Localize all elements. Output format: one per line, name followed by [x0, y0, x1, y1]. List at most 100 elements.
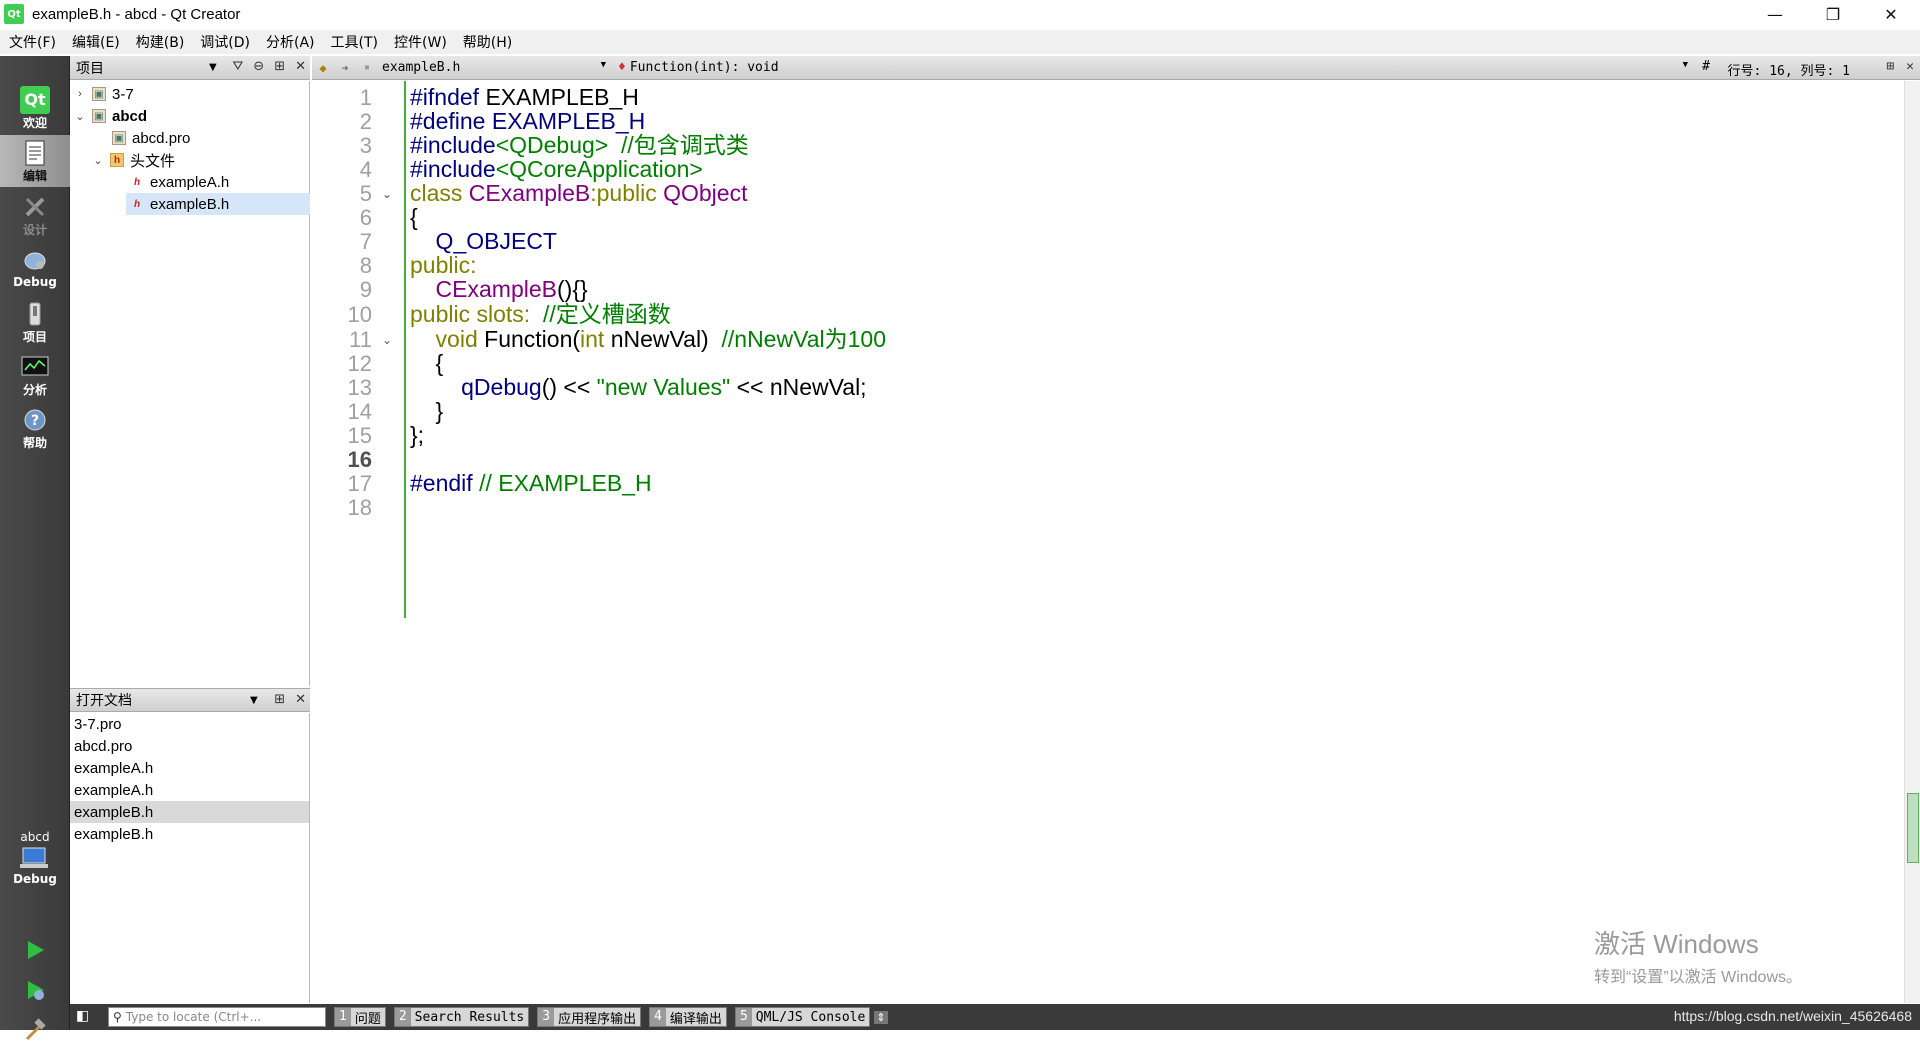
- debug-run-icon: [28, 981, 44, 1000]
- preprocessor-token: #endif: [410, 470, 480, 496]
- build-button[interactable]: [0, 1010, 70, 1050]
- project-panel-title: 项目: [76, 60, 104, 77]
- tab-label: 问题: [354, 1011, 381, 1027]
- tree-item-headers-folder[interactable]: ⌄ h 头文件: [70, 149, 310, 171]
- output-tab-qml-console[interactable]: 5 QML/JS Console: [734, 1007, 871, 1027]
- collapse-arrow-icon[interactable]: ⌄: [92, 154, 104, 167]
- mode-help[interactable]: ? 帮助: [0, 402, 70, 454]
- tab-label: 应用程序输出: [558, 1011, 637, 1027]
- tree-item-abcd-pro[interactable]: ▣ abcd.pro: [70, 127, 310, 149]
- debug-bug-icon: [20, 247, 50, 275]
- open-doc-item[interactable]: abcd.pro: [70, 735, 309, 757]
- current-symbol: Function(int): void: [629, 60, 779, 75]
- fold-marker-icon[interactable]: ⌄: [382, 187, 392, 201]
- view-dropdown-arrow-icon[interactable]: ▼: [250, 695, 258, 706]
- link-editor-icon[interactable]: ⊖: [253, 59, 264, 74]
- expand-arrow-icon[interactable]: ›: [74, 88, 86, 100]
- split-panel-icon[interactable]: ⊞: [274, 59, 285, 74]
- mode-debug-label: Debug: [13, 275, 57, 289]
- tree-item-label: 3-7: [112, 85, 134, 103]
- close-document-icon[interactable]: ✕: [1906, 59, 1914, 74]
- kit-build-config: Debug: [13, 872, 57, 886]
- menu-analyze[interactable]: 分析(A): [258, 32, 323, 52]
- menu-help[interactable]: 帮助(H): [455, 32, 520, 52]
- mode-edit-label: 编辑: [22, 168, 47, 183]
- window-title: exampleB.h - abcd - Qt Creator: [32, 5, 241, 23]
- mode-design[interactable]: 设计: [0, 189, 70, 241]
- collapse-arrow-icon[interactable]: ⌄: [74, 110, 86, 123]
- open-doc-item[interactable]: exampleB.h: [70, 823, 309, 845]
- tree-item-3-7[interactable]: › ▣ 3-7: [70, 83, 310, 105]
- folder-icon: h: [110, 153, 124, 167]
- mode-project[interactable]: 项目: [0, 296, 70, 348]
- plain-token: (){}: [557, 276, 588, 302]
- mode-edit[interactable]: 编辑: [0, 135, 70, 187]
- back-arrow-icon[interactable]: ◆: [312, 61, 334, 75]
- split-editor-icon[interactable]: ⊞: [1886, 59, 1894, 74]
- close-panel-icon[interactable]: ✕: [295, 59, 306, 74]
- locator-input[interactable]: ⚲ Type to locate (Ctrl+...: [108, 1007, 326, 1027]
- csdn-url-watermark: https://blog.csdn.net/weixin_45626468: [1673, 1008, 1912, 1024]
- output-tab-application-output[interactable]: 3 应用程序输出: [537, 1007, 642, 1027]
- more-tabs-icon[interactable]: ⇕: [874, 1010, 888, 1024]
- tree-item-exampleB-h[interactable]: h exampleB.h: [126, 193, 310, 215]
- mode-welcome[interactable]: Qt 欢迎: [0, 82, 70, 134]
- tab-number: 4: [650, 1008, 666, 1026]
- plain-token: };: [410, 422, 425, 448]
- header-file-icon: h: [133, 198, 141, 210]
- project-file-icon: ▣: [92, 109, 106, 123]
- menu-edit[interactable]: 编辑(E): [64, 32, 128, 52]
- forward-arrow-icon[interactable]: ➔: [334, 61, 356, 75]
- menu-debug[interactable]: 调试(D): [192, 32, 258, 52]
- tree-item-exampleA-h[interactable]: h exampleA.h: [70, 171, 310, 193]
- symbol-selector[interactable]: ♦ Function(int): void: [618, 60, 779, 75]
- run-button[interactable]: [0, 930, 70, 970]
- watermark-subtitle: 转到“设置”以激活 Windows。: [1594, 969, 1803, 986]
- scrollbar-thumb[interactable]: [1907, 793, 1919, 863]
- editor-toolbar: ◆ ➔ ▪ exampleB.h ▼ ♦ Function(int): void…: [312, 56, 1920, 80]
- menu-tools[interactable]: 工具(T): [323, 32, 386, 52]
- editor-vertical-scrollbar[interactable]: [1904, 81, 1920, 1003]
- cursor-position[interactable]: 行号: 16, 列号: 1: [1728, 60, 1850, 79]
- split-panel-icon[interactable]: ⊞: [274, 692, 285, 707]
- toggle-sidebar-icon[interactable]: ◧: [76, 1008, 100, 1026]
- file-selector[interactable]: exampleB.h ▼: [382, 60, 612, 75]
- open-doc-item[interactable]: exampleA.h: [70, 757, 309, 779]
- open-doc-item[interactable]: 3-7.pro: [70, 713, 309, 735]
- close-panel-icon[interactable]: ✕: [295, 692, 306, 707]
- tree-item-label: abcd: [112, 107, 148, 125]
- fold-marker-icon[interactable]: ⌄: [382, 333, 392, 347]
- menu-controls[interactable]: 控件(W): [386, 32, 455, 52]
- minimize-button[interactable]: —: [1746, 0, 1804, 28]
- output-tab-search-results[interactable]: 2 Search Results: [393, 1007, 530, 1027]
- keyword-token: class: [410, 180, 469, 206]
- symbol-dropdown-arrow-icon[interactable]: ▼: [1683, 60, 1688, 70]
- svg-text:?: ?: [31, 413, 39, 429]
- open-doc-item-selected[interactable]: exampleB.h: [70, 801, 309, 823]
- menu-file[interactable]: 文件(F): [0, 32, 64, 52]
- tree-item-abcd[interactable]: ⌄ ▣ abcd: [70, 105, 310, 127]
- close-button[interactable]: ✕: [1862, 0, 1920, 28]
- view-dropdown-arrow-icon[interactable]: ▼: [209, 62, 217, 73]
- code-editor[interactable]: #ifndef EXAMPLEB_H #define EXAMPLEB_H #i…: [410, 81, 1900, 1003]
- line-number: 18: [347, 495, 372, 520]
- mode-debug[interactable]: Debug: [0, 242, 70, 294]
- code-line-5: class CExampleB:public QObject: [410, 179, 747, 208]
- keyword-token: int: [580, 326, 605, 352]
- code-line-15: };: [410, 421, 424, 450]
- mode-design-label: 设计: [22, 222, 47, 237]
- mode-analyze[interactable]: 分析: [0, 349, 70, 401]
- change-marker-bar: [404, 81, 406, 618]
- debug-run-button[interactable]: [0, 970, 70, 1010]
- locator-placeholder: Type to locate (Ctrl+...: [125, 1010, 262, 1024]
- tab-number: 1: [335, 1008, 351, 1026]
- menu-build[interactable]: 构建(B): [128, 32, 193, 52]
- kit-selector[interactable]: abcd Debug: [0, 818, 70, 898]
- restore-button[interactable]: ❐: [1804, 0, 1862, 28]
- output-tab-issues[interactable]: 1 问题: [334, 1007, 386, 1027]
- filter-icon[interactable]: ⛛: [232, 59, 243, 74]
- tab-label: Search Results: [414, 1009, 525, 1025]
- output-tab-compile-output[interactable]: 4 编译输出: [649, 1007, 727, 1027]
- open-doc-item[interactable]: exampleA.h: [70, 779, 309, 801]
- menu-bar: 文件(F) 编辑(E) 构建(B) 调试(D) 分析(A) 工具(T) 控件(W…: [0, 30, 1920, 54]
